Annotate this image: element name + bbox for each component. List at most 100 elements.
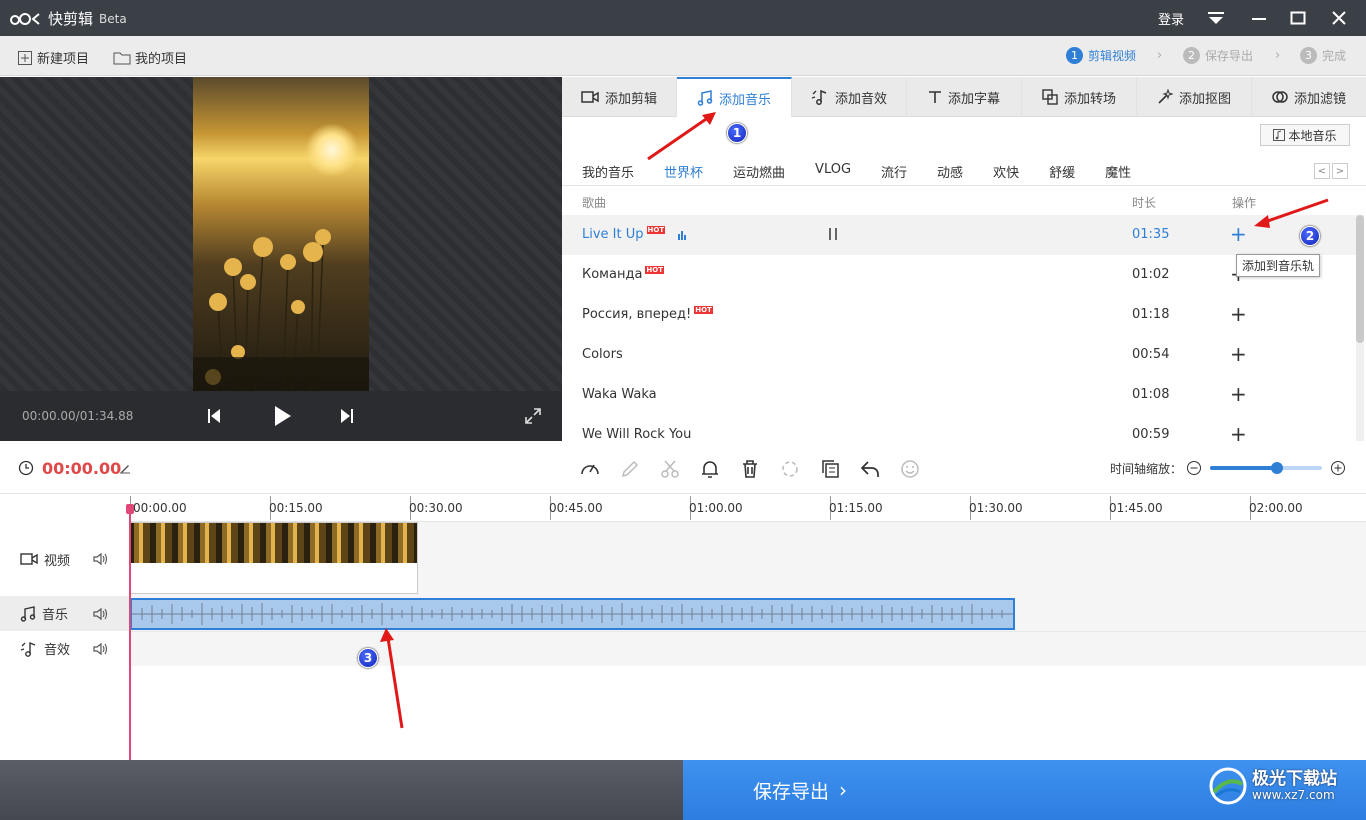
speed-icon[interactable] [579,458,601,480]
add-to-music-track-button[interactable]: + [1230,222,1247,246]
step-number: 3 [1300,47,1317,64]
video-track[interactable] [130,522,1366,596]
ruler-tick-label: 01:00.00 [689,501,743,515]
minimize-icon[interactable] [1251,0,1267,36]
tab-add-sound-effect[interactable]: 添加音效 [792,77,907,117]
add-to-music-track-button[interactable]: + [1230,302,1247,326]
fullscreen-icon[interactable] [524,407,542,429]
music-clip-waveform[interactable] [130,598,1015,630]
skip-next-icon[interactable] [339,407,355,429]
login-button[interactable]: 登录 [1158,0,1184,36]
music-row[interactable]: Россия, вперед! HOT 01:18 + [562,295,1356,335]
menu-dropdown-icon[interactable] [1207,0,1225,36]
scrollbar-thumb[interactable] [1356,215,1364,343]
video-clip[interactable] [130,522,418,594]
category-vlog[interactable]: VLOG [815,162,851,181]
timeline-ruler[interactable]: 00:00.00 00:15.00 00:30.00 00:45.00 01:0… [130,494,1366,522]
waveform-graphic [132,603,1013,625]
pause-icon[interactable] [828,227,838,245]
add-to-music-track-button[interactable]: + [1230,422,1247,441]
volume-icon[interactable] [92,607,108,621]
zoom-slider-fill [1210,466,1278,470]
category-soothing[interactable]: 舒缓 [1049,162,1075,181]
step-label: 剪辑视频 [1088,49,1137,63]
category-quirky[interactable]: 魔性 [1105,162,1131,181]
close-icon[interactable] [1331,0,1347,36]
timeline-zoom-slider[interactable] [1210,462,1322,474]
step-save-export[interactable]: 2 保存导出 [1183,47,1253,64]
flowers-image [193,229,369,391]
song-duration: 00:54 [1132,347,1170,362]
video-frame[interactable] [193,77,369,391]
volume-icon[interactable] [92,642,108,656]
sticker-icon[interactable] [899,458,921,480]
track-name: 音效 [44,643,71,658]
save-export-label: 保存导出 [753,780,830,803]
category-dynamic[interactable]: 动感 [937,162,963,181]
watermark: 极光下载站 www.xz7.com [1208,766,1337,806]
song-duration: 01:18 [1132,307,1170,322]
music-row[interactable]: Live It Up HOT 01:35 + [562,215,1356,255]
chevron-left-icon[interactable]: < [1314,163,1330,179]
zoom-slider-knob[interactable] [1271,462,1284,474]
step-label: 保存导出 [1205,49,1254,63]
scissors-icon[interactable] [659,458,681,480]
play-icon[interactable] [272,404,292,432]
step-complete[interactable]: 3 完成 [1300,47,1346,64]
app-logo: 快剪辑 Beta [10,8,127,29]
skip-previous-icon[interactable] [206,407,222,429]
tab-add-subtitle[interactable]: 添加字幕 [907,77,1022,117]
category-pop[interactable]: 流行 [881,162,907,181]
category-nav: < > [1314,163,1348,179]
add-to-music-track-button[interactable]: + [1230,342,1247,366]
local-music-button[interactable]: 本地音乐 [1260,124,1350,146]
song-duration: 01:02 [1132,267,1170,282]
copy-icon[interactable] [819,458,841,480]
music-row[interactable]: Waka Waka 01:08 + [562,375,1356,415]
category-my-music[interactable]: 我的音乐 [582,162,634,181]
tab-label: 添加滤镜 [1293,91,1346,107]
song-duration: 01:35 [1132,227,1170,242]
add-to-music-track-button[interactable]: + [1230,382,1247,406]
clock-icon [18,460,34,480]
song-title: Live It Up [582,227,644,242]
ruler-tick-label: 01:30.00 [969,501,1023,515]
music-row[interactable]: We Will Rock You 00:59 + [562,415,1356,441]
music-row[interactable]: Colors 00:54 + [562,335,1356,375]
category-cheerful[interactable]: 欢快 [993,162,1019,181]
playback-controls: 00:00.00/01:34.88 [0,391,562,441]
maximize-icon[interactable] [1290,0,1306,36]
tab-add-filter[interactable]: 添加滤镜 [1252,77,1366,117]
video-camera-icon [581,91,599,103]
bell-icon[interactable] [699,458,721,480]
track-labels-column: 视频 音乐 音效 [0,522,130,760]
song-title: Россия, вперед! [582,307,692,322]
step-edit-video[interactable]: 1 剪辑视频 [1066,47,1136,64]
trash-icon[interactable] [739,458,761,480]
annotation-badge-1: 1 [727,123,747,143]
track-label-music: 音乐 [0,596,129,631]
music-list-scrollbar[interactable] [1356,215,1364,441]
playhead[interactable] [129,504,131,760]
tab-add-transition[interactable]: 添加转场 [1022,77,1137,117]
chevron-right-icon[interactable]: > [1332,163,1348,179]
song-title: Colors [582,347,623,362]
new-project-button[interactable]: 新建项目 [17,48,89,67]
tab-add-cutout[interactable]: 添加抠图 [1137,77,1252,117]
music-track[interactable] [130,596,1366,631]
my-projects-button[interactable]: 我的项目 [113,48,187,67]
song-title: We Will Rock You [582,427,692,441]
local-music-label: 本地音乐 [1288,128,1337,143]
step-number: 1 [1066,47,1083,64]
zoom-out-icon[interactable] [1186,460,1202,480]
volume-icon[interactable] [92,552,108,566]
sound-effect-track[interactable] [130,631,1366,666]
watermark-url: www.xz7.com [1252,787,1335,802]
zoom-in-icon[interactable] [1330,460,1346,480]
pencil-icon[interactable] [619,458,641,480]
category-sports[interactable]: 运动燃曲 [733,162,785,181]
edit-time-icon[interactable] [119,462,131,478]
undo-icon[interactable] [859,458,881,480]
unlink-icon[interactable] [779,458,801,480]
timeline-current-time: 00:00.00 [42,459,122,478]
